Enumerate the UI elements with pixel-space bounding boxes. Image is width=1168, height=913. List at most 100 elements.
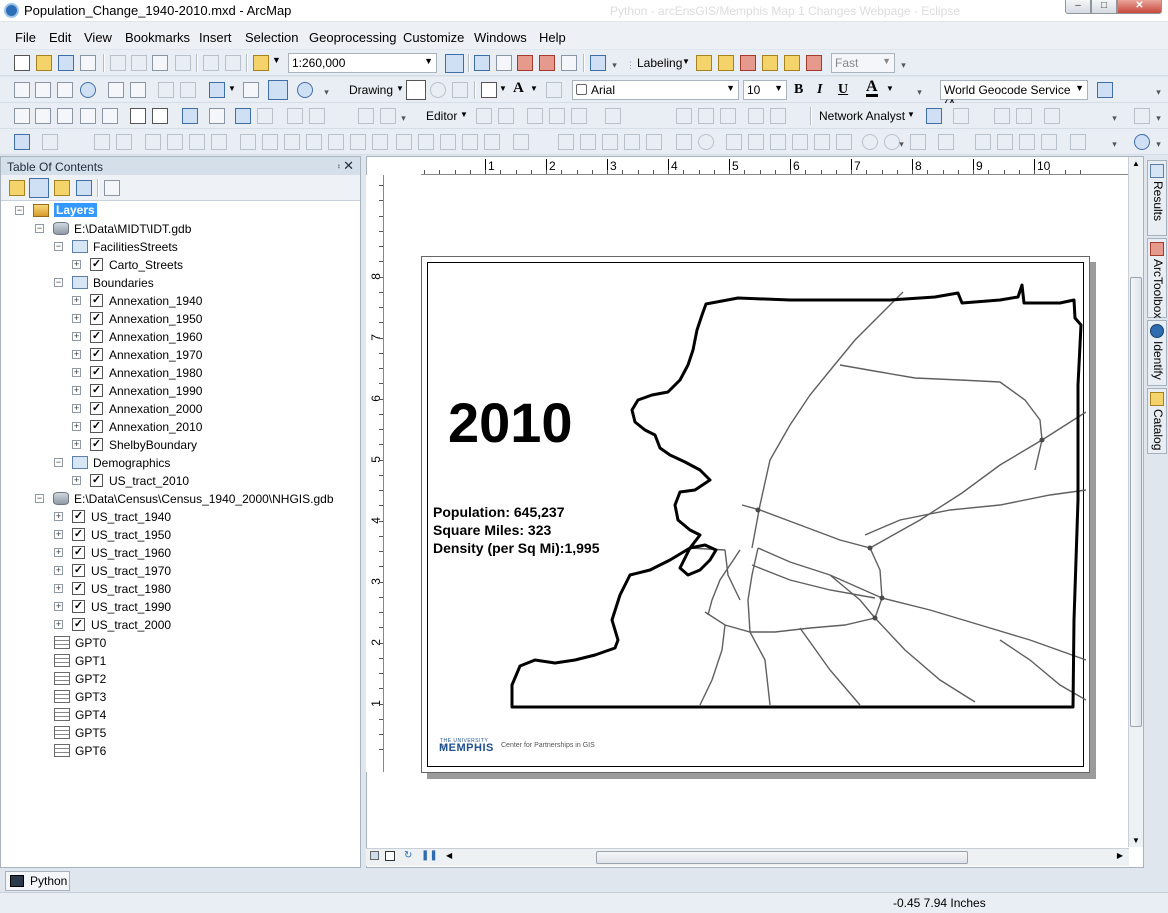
align-top-icon[interactable] xyxy=(306,134,322,150)
pan-hand-icon[interactable] xyxy=(57,82,73,98)
text-dropdown-arrow[interactable]: ▼ xyxy=(530,84,538,93)
scroll-right-icon[interactable]: ▶ xyxy=(1117,851,1123,860)
layer-visibility-checkbox[interactable]: ✓ xyxy=(90,438,103,451)
square-miles-text[interactable]: Square Miles: 323 xyxy=(433,522,551,538)
close-window-button[interactable]: ✕ xyxy=(1117,0,1162,14)
trim-icon[interactable] xyxy=(624,134,640,150)
copy-features-icon[interactable] xyxy=(792,134,808,150)
make-same-height-icon[interactable] xyxy=(462,134,478,150)
layer-visibility-checkbox[interactable]: ✓ xyxy=(72,600,85,613)
proportion-icon[interactable] xyxy=(1019,134,1035,150)
align-left-icon[interactable] xyxy=(240,134,256,150)
layer-visibility-checkbox[interactable]: ✓ xyxy=(90,420,103,433)
go-back-extent-icon[interactable] xyxy=(182,108,198,124)
toolbar-options-grip[interactable]: ▾ xyxy=(1154,107,1163,127)
open-folder-icon[interactable] xyxy=(36,55,52,71)
toolbar-options-grip[interactable]: ▾ xyxy=(899,54,908,74)
expand-icon[interactable]: + xyxy=(72,422,81,431)
toolbar-options-grip[interactable]: ▾ xyxy=(610,54,619,74)
scroll-up-icon[interactable]: ▲ xyxy=(1132,159,1140,168)
list-by-visibility-icon[interactable] xyxy=(54,180,70,196)
cogo-icon[interactable] xyxy=(975,134,991,150)
bring-forward-icon[interactable] xyxy=(189,134,205,150)
layer-visibility-checkbox[interactable]: ✓ xyxy=(72,528,85,541)
add-data-dropdown-arrow[interactable]: ▼ xyxy=(272,55,281,65)
zoom-100-percent-icon[interactable] xyxy=(102,108,118,124)
new-document-icon[interactable] xyxy=(14,55,30,71)
network-analyst-window-icon[interactable] xyxy=(926,108,942,124)
layer-visibility-checkbox[interactable]: ✓ xyxy=(90,258,103,271)
collapse-icon[interactable]: − xyxy=(35,224,44,233)
layer-visibility-checkbox[interactable]: ✓ xyxy=(90,366,103,379)
toolbar-options-grip[interactable]: ▾ xyxy=(1110,107,1119,127)
attributes-icon[interactable] xyxy=(748,108,764,124)
refresh-icon[interactable]: ↻ xyxy=(404,850,412,861)
expand-icon[interactable]: + xyxy=(54,548,63,557)
layout-zoom-out-icon[interactable] xyxy=(35,108,51,124)
list-by-drawing-order-icon[interactable] xyxy=(9,180,25,196)
solve-icon[interactable] xyxy=(1016,108,1032,124)
year-title[interactable]: 2010 xyxy=(448,390,573,455)
layer-visibility-checkbox[interactable]: ✓ xyxy=(90,348,103,361)
arcmap-app-icon[interactable] xyxy=(4,3,19,18)
fixed-zoom-in-layout-icon[interactable] xyxy=(130,108,146,124)
data-view-icon[interactable] xyxy=(370,851,379,860)
print-icon[interactable] xyxy=(80,55,96,71)
send-backward-icon[interactable] xyxy=(211,134,227,150)
align-to-shape-icon[interactable] xyxy=(726,134,742,150)
search-window-icon[interactable] xyxy=(517,55,533,71)
buffer-icon[interactable] xyxy=(862,134,878,150)
toolbar-options-grip[interactable]: ▾ xyxy=(1154,133,1163,153)
expand-icon[interactable]: + xyxy=(72,440,81,449)
attribute-table-icon[interactable] xyxy=(14,134,30,150)
fit-to-margins-icon[interactable] xyxy=(484,134,500,150)
collapse-icon[interactable]: − xyxy=(35,494,44,503)
align-center-icon[interactable] xyxy=(262,134,278,150)
clear-selected-icon[interactable] xyxy=(309,108,325,124)
select-all-icon[interactable] xyxy=(287,108,303,124)
table-of-contents-icon[interactable] xyxy=(474,55,490,71)
extend-icon[interactable] xyxy=(602,134,618,150)
endpoint-arc-icon[interactable] xyxy=(549,108,565,124)
forward-arrow-icon[interactable] xyxy=(180,82,196,98)
save-icon[interactable] xyxy=(58,55,74,71)
expand-icon[interactable]: + xyxy=(72,386,81,395)
construct-points-icon[interactable] xyxy=(770,134,786,150)
find-address-icon[interactable] xyxy=(1097,82,1113,98)
menu-file[interactable]: File xyxy=(15,30,36,45)
label-quality-dropdown[interactable]: Fast ▼ xyxy=(831,53,895,73)
edit-vertices-icon[interactable] xyxy=(546,82,562,98)
expand-icon[interactable]: + xyxy=(54,584,63,593)
split-into-cogo-lines-icon[interactable] xyxy=(1041,134,1057,150)
expand-icon[interactable]: + xyxy=(54,620,63,629)
collapse-icon[interactable]: − xyxy=(54,278,63,287)
edit-arrow-icon[interactable] xyxy=(476,108,492,124)
menu-selection[interactable]: Selection xyxy=(245,30,298,45)
new-text-tool[interactable]: A xyxy=(513,80,524,97)
menu-windows[interactable]: Windows xyxy=(474,30,527,45)
ungroup-icon[interactable] xyxy=(116,134,132,150)
results-tab[interactable]: Results xyxy=(1147,160,1167,236)
make-same-size-icon[interactable] xyxy=(418,134,434,150)
paste-icon[interactable] xyxy=(152,55,168,71)
menu-edit[interactable]: Edit xyxy=(49,30,71,45)
expand-icon[interactable]: + xyxy=(72,314,81,323)
pause-labeling-icon[interactable] xyxy=(740,55,756,71)
university-of-memphis-logo[interactable]: THE UNIVERSITY OF MEMPHIS xyxy=(438,738,494,756)
catalog-tab[interactable]: Catalog xyxy=(1147,388,1167,454)
explode-multipart-icon[interactable] xyxy=(676,134,692,150)
traverse-icon[interactable] xyxy=(997,134,1013,150)
menu-customize[interactable]: Customize xyxy=(403,30,464,45)
layer-visibility-checkbox[interactable]: ✓ xyxy=(90,402,103,415)
construct-geodetic-icon[interactable] xyxy=(698,134,714,150)
zoom-whole-page-icon[interactable] xyxy=(80,108,96,124)
select-elements-arrow-icon[interactable] xyxy=(268,80,288,100)
catalog-window-icon[interactable] xyxy=(496,55,512,71)
create-network-location-icon[interactable] xyxy=(994,108,1010,124)
generalize-icon[interactable] xyxy=(814,134,830,150)
python-window-icon[interactable] xyxy=(561,55,577,71)
italic-button[interactable]: I xyxy=(817,82,822,98)
directions-icon[interactable] xyxy=(1044,108,1060,124)
vertical-scroll-thumb[interactable] xyxy=(1130,277,1142,727)
layer-visibility-checkbox[interactable]: ✓ xyxy=(90,474,103,487)
